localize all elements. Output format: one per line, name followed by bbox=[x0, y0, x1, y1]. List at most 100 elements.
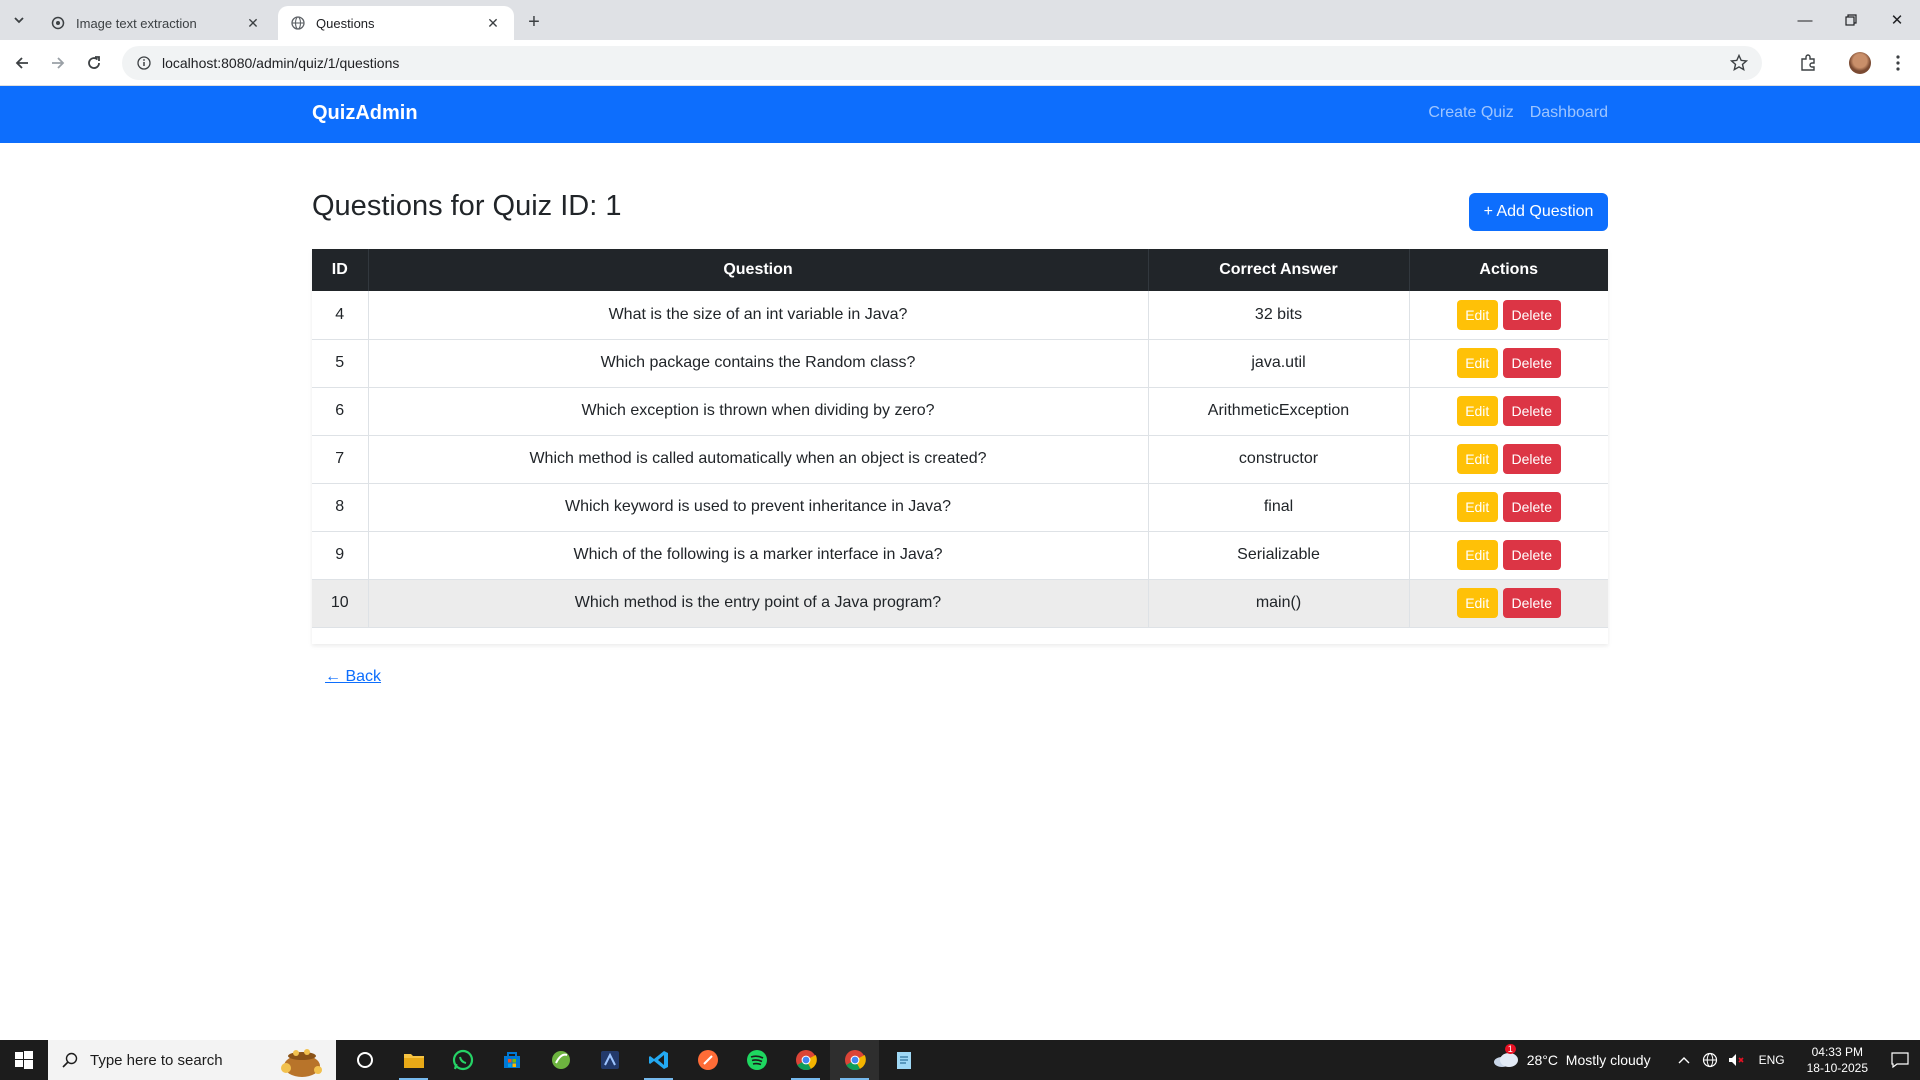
tab-questions[interactable]: Questions ✕ bbox=[278, 6, 514, 40]
avatar bbox=[1849, 52, 1871, 74]
edit-button[interactable]: Edit bbox=[1456, 348, 1498, 378]
cell-actions: Edit Delete bbox=[1409, 387, 1608, 436]
reload-icon[interactable] bbox=[80, 49, 108, 77]
browser-menu-icon[interactable] bbox=[1884, 49, 1912, 77]
cell-question: Which exception is thrown when dividing … bbox=[368, 387, 1149, 436]
table-row: 9 Which of the following is a marker int… bbox=[312, 531, 1608, 580]
input-language[interactable]: ENG bbox=[1759, 1053, 1785, 1067]
edit-button[interactable]: Edit bbox=[1456, 444, 1498, 474]
site-info-icon[interactable] bbox=[136, 55, 152, 71]
file-explorer-icon[interactable] bbox=[389, 1040, 438, 1080]
back-link[interactable]: ← Back bbox=[325, 668, 381, 686]
brand-logo[interactable]: QuizAdmin bbox=[312, 102, 418, 125]
cell-id: 5 bbox=[312, 339, 369, 388]
cell-id: 8 bbox=[312, 483, 369, 532]
cell-question: What is the size of an int variable in J… bbox=[368, 291, 1149, 340]
edit-button[interactable]: Edit bbox=[1456, 540, 1498, 570]
column-header-question: Question bbox=[368, 249, 1149, 291]
cell-question: Which keyword is used to prevent inherit… bbox=[368, 483, 1149, 532]
back-arrow-icon[interactable] bbox=[8, 49, 36, 77]
globe-icon bbox=[290, 15, 306, 31]
cell-actions: Edit Delete bbox=[1409, 531, 1608, 580]
spotify-icon[interactable] bbox=[732, 1040, 781, 1080]
column-header-correct-answer: Correct Answer bbox=[1148, 249, 1410, 291]
cell-id: 10 bbox=[312, 579, 369, 628]
cell-answer: constructor bbox=[1148, 435, 1410, 484]
edit-button[interactable]: Edit bbox=[1456, 588, 1498, 618]
add-question-button[interactable]: + Add Question bbox=[1469, 193, 1608, 231]
speaker-muted-icon[interactable] bbox=[1725, 1049, 1747, 1071]
bookmark-star-icon[interactable] bbox=[1730, 54, 1748, 72]
taskbar-apps bbox=[340, 1040, 928, 1080]
delete-button[interactable]: Delete bbox=[1502, 396, 1561, 426]
delete-button[interactable]: Delete bbox=[1502, 540, 1561, 570]
chrome-icon[interactable] bbox=[830, 1040, 879, 1080]
delete-button[interactable]: Delete bbox=[1502, 444, 1561, 474]
delete-button[interactable]: Delete bbox=[1502, 348, 1561, 378]
address-bar[interactable]: localhost:8080/admin/quiz/1/questions bbox=[122, 46, 1762, 80]
edit-button[interactable]: Edit bbox=[1456, 299, 1498, 330]
table-row: 7 Which method is called automatically w… bbox=[312, 435, 1608, 484]
weather-text: 28°C Mostly cloudy bbox=[1526, 1052, 1651, 1068]
spring-tool-suite-icon[interactable] bbox=[536, 1040, 585, 1080]
cell-answer: Serializable bbox=[1148, 531, 1410, 580]
minimize-icon[interactable]: — bbox=[1782, 0, 1828, 40]
cell-actions: Edit Delete bbox=[1409, 339, 1608, 388]
close-window-icon[interactable]: ✕ bbox=[1874, 0, 1920, 40]
whatsapp-icon[interactable] bbox=[438, 1040, 487, 1080]
cell-id: 6 bbox=[312, 387, 369, 436]
nav-link-dashboard[interactable]: Dashboard bbox=[1530, 104, 1608, 122]
chrome-icon[interactable] bbox=[781, 1040, 830, 1080]
edit-button[interactable]: Edit bbox=[1456, 396, 1498, 426]
windows-start-icon[interactable] bbox=[0, 1040, 48, 1080]
table-row: 8 Which keyword is used to prevent inher… bbox=[312, 483, 1608, 532]
delete-button[interactable]: Delete bbox=[1502, 299, 1561, 330]
cell-answer: java.util bbox=[1148, 339, 1410, 388]
tab-title: Questions bbox=[316, 15, 375, 31]
cell-id: 4 bbox=[312, 291, 369, 340]
close-tab-icon[interactable]: ✕ bbox=[484, 14, 502, 32]
tab-title: Image text extraction bbox=[76, 15, 197, 31]
table-row: 4 What is the size of an int variable in… bbox=[312, 291, 1608, 340]
search-highlight-pot-icon bbox=[281, 1049, 322, 1077]
cell-actions: Edit Delete bbox=[1409, 291, 1608, 340]
forward-arrow-icon[interactable] bbox=[44, 49, 72, 77]
weather-widget[interactable]: 1 28°C Mostly cloudy bbox=[1493, 1043, 1651, 1071]
restore-icon[interactable] bbox=[1828, 0, 1874, 40]
cell-id: 9 bbox=[312, 531, 369, 580]
delete-button[interactable]: Delete bbox=[1502, 492, 1561, 522]
notepad-icon[interactable] bbox=[879, 1040, 928, 1080]
cell-answer: ArithmeticException bbox=[1148, 387, 1410, 436]
postman-icon[interactable] bbox=[683, 1040, 732, 1080]
app-navbar: QuizAdmin Create Quiz Dashboard bbox=[0, 86, 1920, 143]
notification-center-icon[interactable] bbox=[1880, 1040, 1920, 1080]
network-globe-icon[interactable] bbox=[1699, 1049, 1721, 1071]
vscode-icon[interactable] bbox=[634, 1040, 683, 1080]
taskbar-search-box[interactable]: Type here to search bbox=[48, 1040, 336, 1080]
cell-id: 7 bbox=[312, 435, 369, 484]
close-tab-icon[interactable]: ✕ bbox=[244, 14, 262, 32]
chevron-up-icon[interactable] bbox=[1673, 1049, 1695, 1071]
extensions-icon[interactable] bbox=[1794, 49, 1822, 77]
new-tab-button[interactable]: + bbox=[520, 8, 548, 36]
cell-actions: Edit Delete bbox=[1409, 579, 1608, 628]
profile-avatar[interactable] bbox=[1846, 49, 1874, 77]
clock-date: 18-10-2025 bbox=[1806, 1061, 1868, 1075]
cloudy-weather-icon: 1 bbox=[1493, 1043, 1519, 1071]
tab-image-text-extraction[interactable]: Image text extraction ✕ bbox=[38, 6, 274, 40]
cell-actions: Edit Delete bbox=[1409, 435, 1608, 484]
cell-answer: main() bbox=[1148, 579, 1410, 628]
edit-button[interactable]: Edit bbox=[1456, 492, 1498, 522]
delete-button[interactable]: Delete bbox=[1502, 588, 1561, 618]
questions-table: ID Question Correct Answer Actions 4 Wha… bbox=[312, 249, 1608, 628]
nav-links: Create Quiz Dashboard bbox=[1428, 104, 1608, 122]
weather-badge: 1 bbox=[1504, 1043, 1516, 1054]
nav-link-create-quiz[interactable]: Create Quiz bbox=[1428, 104, 1513, 122]
microsoft-store-icon[interactable] bbox=[487, 1040, 536, 1080]
tab-search-button[interactable] bbox=[7, 8, 31, 32]
search-placeholder: Type here to search bbox=[90, 1051, 223, 1069]
eclipse-ide-icon[interactable] bbox=[585, 1040, 634, 1080]
system-clock[interactable]: 04:33 PM 18-10-2025 bbox=[1807, 1044, 1868, 1076]
cortana-icon[interactable] bbox=[340, 1040, 389, 1080]
cell-question: Which of the following is a marker inter… bbox=[368, 531, 1149, 580]
